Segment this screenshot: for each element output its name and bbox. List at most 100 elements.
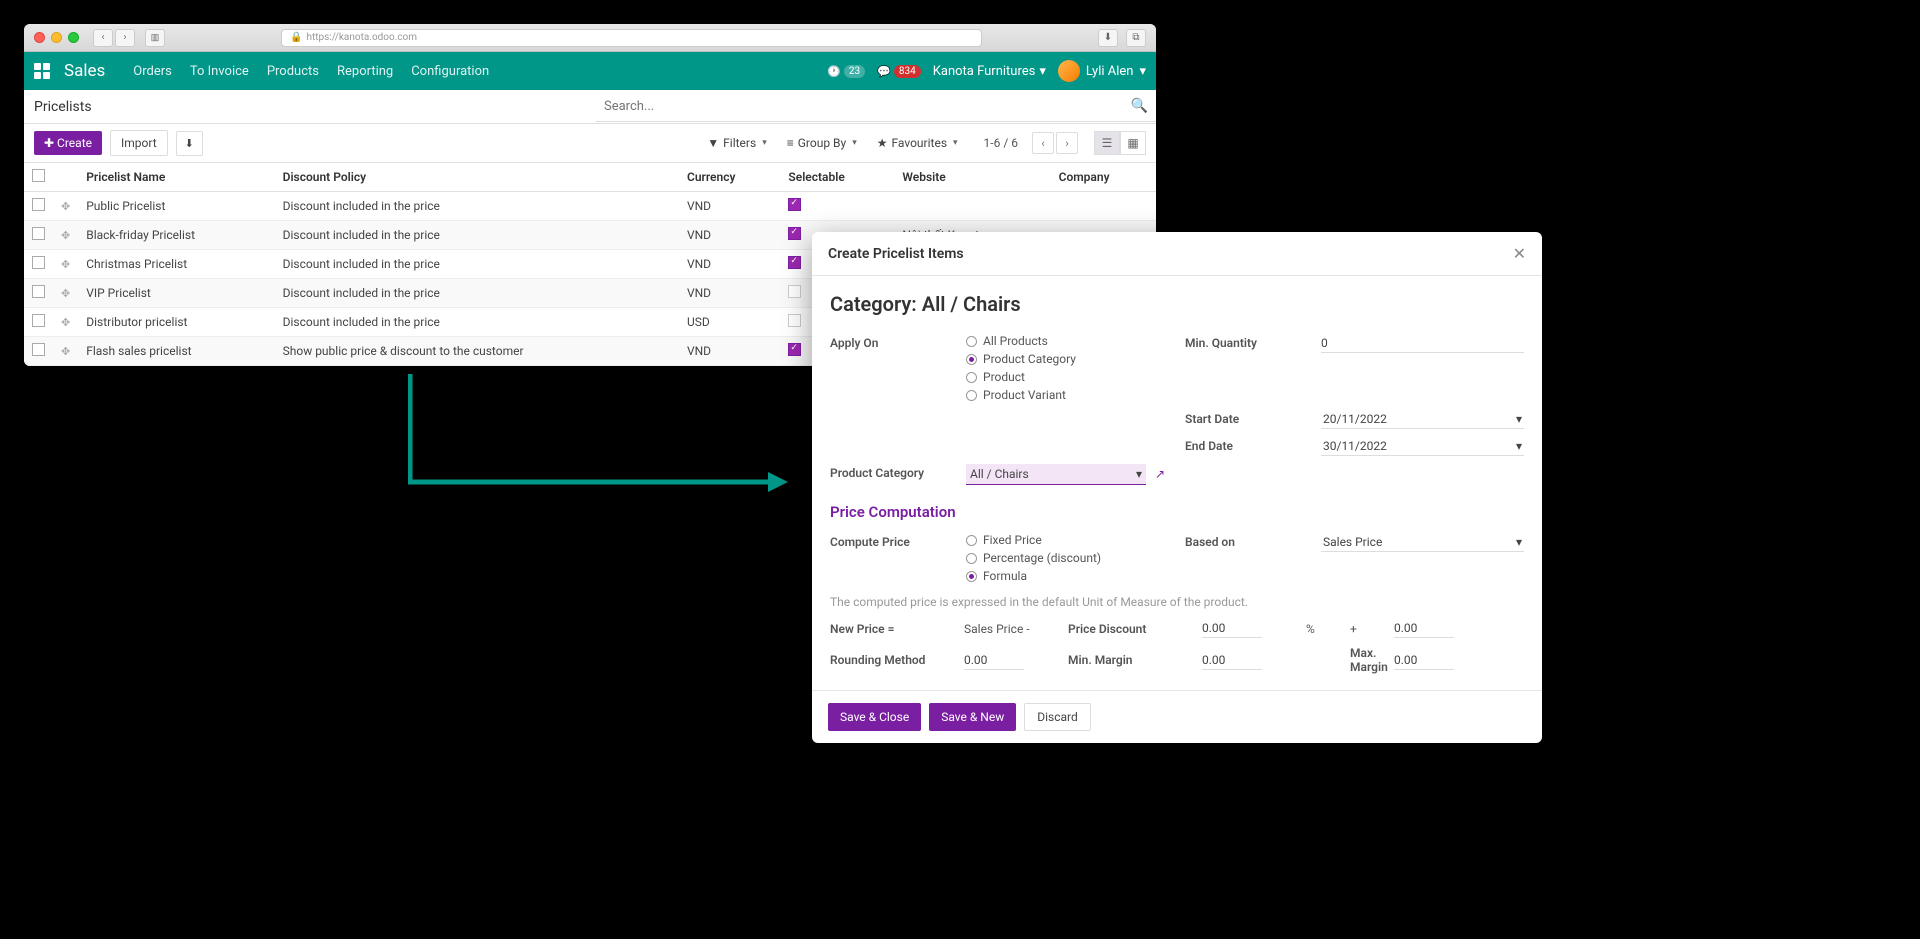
close-window-icon[interactable] [34,32,45,43]
nav-back-button[interactable]: ‹ [93,29,113,47]
pager-prev-button[interactable]: ‹ [1032,132,1054,154]
list-view-button[interactable]: ☰ [1094,131,1120,155]
rounding-input[interactable] [964,651,1024,670]
filters-dropdown[interactable]: ▼ Filters [701,132,772,154]
product-category-select[interactable]: All / Chairs▾ [966,464,1146,485]
user-menu[interactable]: Lyli Alen ▾ [1058,60,1146,82]
drag-handle-icon[interactable]: ✥ [61,229,70,242]
nav-forward-button[interactable]: › [115,29,135,47]
col-website[interactable]: Website [894,163,1050,192]
cell-currency: VND [679,250,780,279]
row-checkbox[interactable] [32,285,45,298]
product-category-label: Product Category [830,464,950,480]
max-margin-input[interactable] [1394,651,1454,670]
price-discount-input[interactable] [1202,619,1262,638]
cell-policy: Discount included in the price [275,279,679,308]
activity-badge[interactable]: 🕐 23 [827,65,865,78]
browser-chrome: ‹ › ▥ 🔒 https://kanota.odoo.com ⬇ ⧉ [24,24,1156,52]
drag-handle-icon[interactable]: ✥ [61,200,70,213]
chevron-down-icon: ▾ [1516,535,1522,549]
apps-menu-icon[interactable] [34,63,50,79]
apply-on-product[interactable]: Product [966,370,1169,384]
cell-website [894,192,1050,221]
nav-products[interactable]: Products [267,64,319,79]
surcharge-input[interactable] [1394,619,1454,638]
external-link-icon[interactable]: ↗ [1155,467,1165,481]
cell-name: Christmas Pricelist [78,250,274,279]
hint-text: The computed price is expressed in the d… [830,595,1524,609]
start-date-label: Start Date [1185,410,1305,426]
save-close-button[interactable]: Save & Close [828,703,921,731]
lock-icon: 🔒 [290,32,302,43]
messages-badge[interactable]: 💬 834 [877,65,921,78]
nav-reporting[interactable]: Reporting [337,64,393,79]
pager-info: 1-6 / 6 [984,136,1018,150]
chevron-down-icon: ▾ [1039,64,1046,79]
clock-icon: 🕐 [827,65,841,78]
based-on-select[interactable]: Sales Price▾ [1321,533,1524,552]
pager-next-button[interactable]: › [1056,132,1078,154]
dialog-heading: Category: All / Chairs [830,292,1524,316]
kanban-view-button[interactable]: ▦ [1120,131,1146,155]
compute-fixed-price[interactable]: Fixed Price [966,533,1169,547]
download-button[interactable]: ⬇ [176,131,203,156]
search-icon[interactable]: 🔍 [1131,98,1148,114]
chevron-down-icon: ▾ [1139,64,1146,79]
minimize-window-icon[interactable] [51,32,62,43]
row-checkbox[interactable] [32,198,45,211]
drag-handle-icon[interactable]: ✥ [61,287,70,300]
chevron-down-icon: ▾ [1516,412,1522,426]
download-icon[interactable]: ⬇ [1098,29,1118,47]
create-button[interactable]: ✚ Create [34,131,102,155]
row-checkbox[interactable] [32,227,45,240]
col-company[interactable]: Company [1051,163,1156,192]
dialog-title: Create Pricelist Items [828,246,964,262]
tabs-icon[interactable]: ⧉ [1126,29,1146,47]
col-selectable[interactable]: Selectable [780,163,894,192]
max-margin-label: Max. Margin [1350,646,1380,674]
start-date-input[interactable]: 20/11/2022▾ [1321,410,1524,429]
url-bar[interactable]: 🔒 https://kanota.odoo.com [281,29,982,47]
discard-button[interactable]: Discard [1024,703,1091,731]
favourites-dropdown[interactable]: ★ Favourites [871,132,964,154]
import-button[interactable]: Import [110,130,168,156]
table-row[interactable]: ✥ Public PricelistDiscount included in th… [24,192,1156,221]
based-on-label: Based on [1185,533,1305,549]
cell-policy: Discount included in the price [275,192,679,221]
nav-configuration[interactable]: Configuration [411,64,489,79]
cell-name: Public Pricelist [78,192,274,221]
nav-orders[interactable]: Orders [133,64,172,79]
apply-on-product-category[interactable]: Product Category [966,352,1169,366]
min-qty-input[interactable] [1321,334,1524,353]
drag-handle-icon[interactable]: ✥ [61,345,70,358]
maximize-window-icon[interactable] [68,32,79,43]
apply-on-label: Apply On [830,334,950,350]
company-selector[interactable]: Kanota Furnitures ▾ [933,64,1046,79]
col-policy[interactable]: Discount Policy [275,163,679,192]
chevron-down-icon: ▾ [1136,467,1142,481]
compute-formula[interactable]: Formula [966,569,1169,583]
close-dialog-button[interactable]: ✕ [1513,244,1526,263]
cell-company [1051,192,1156,221]
apply-on-all-products[interactable]: All Products [966,334,1169,348]
row-checkbox[interactable] [32,314,45,327]
drag-handle-icon[interactable]: ✥ [61,258,70,271]
compute-percentage[interactable]: Percentage (discount) [966,551,1169,565]
drag-handle-icon[interactable]: ✥ [61,316,70,329]
search-input[interactable] [604,99,1131,114]
min-margin-input[interactable] [1202,651,1262,670]
col-name[interactable]: Pricelist Name [78,163,274,192]
select-all-checkbox[interactable] [32,169,45,182]
end-date-input[interactable]: 30/11/2022▾ [1321,437,1524,456]
save-new-button[interactable]: Save & New [929,703,1016,731]
row-checkbox[interactable] [32,256,45,269]
cell-currency: USD [679,308,780,337]
min-qty-label: Min. Quantity [1185,334,1305,350]
groupby-dropdown[interactable]: ≡ Group By [781,132,863,154]
apply-on-product-variant[interactable]: Product Variant [966,388,1169,402]
sidebar-toggle-icon[interactable]: ▥ [145,29,165,47]
compute-price-label: Compute Price [830,533,950,549]
nav-to-invoice[interactable]: To Invoice [190,64,249,79]
col-currency[interactable]: Currency [679,163,780,192]
row-checkbox[interactable] [32,343,45,356]
